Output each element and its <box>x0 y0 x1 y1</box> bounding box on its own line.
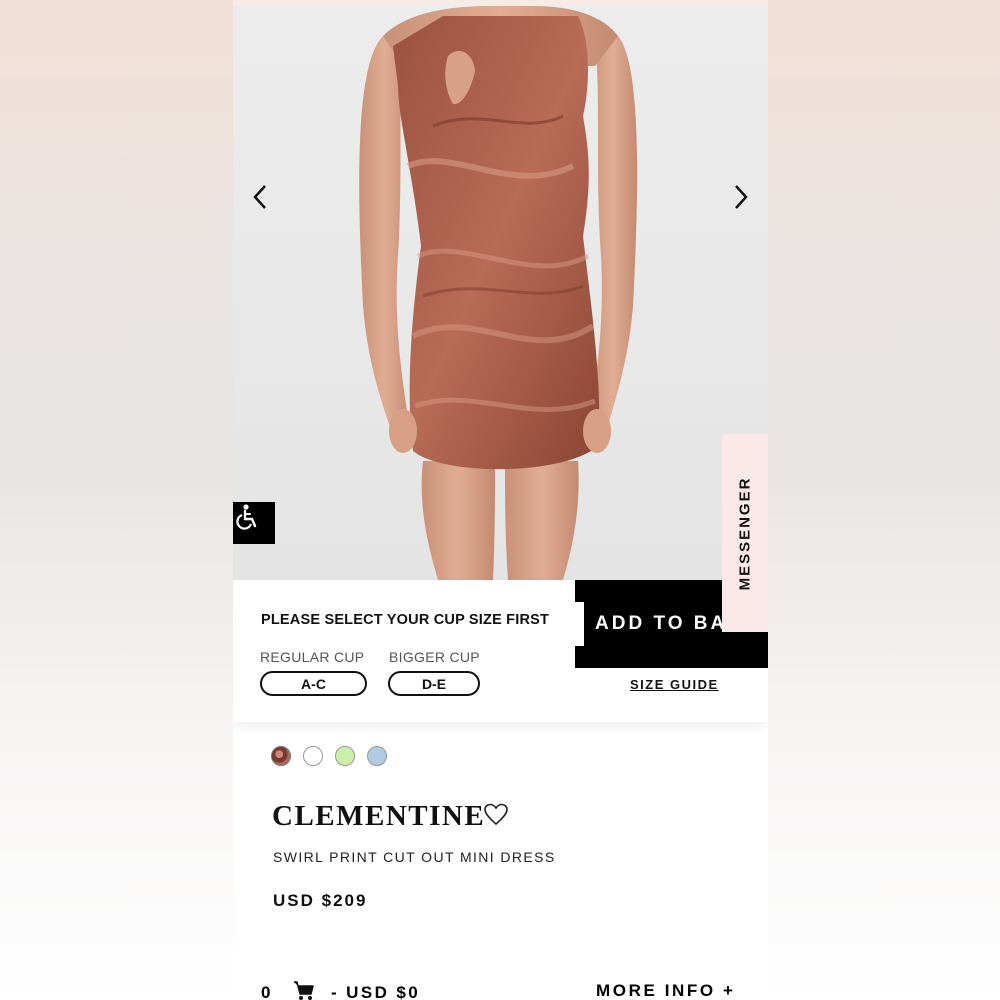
regular-cup-label: REGULAR CUP <box>260 649 365 665</box>
product-price: USD $209 <box>273 891 368 910</box>
button-notch <box>575 602 584 646</box>
accessibility-button[interactable] <box>233 502 275 544</box>
color-swatches <box>271 746 399 766</box>
product-photo <box>359 6 638 580</box>
cup-option-d-e[interactable]: D-E <box>388 671 480 696</box>
add-to-bag-label: ADD TO BA <box>595 613 728 634</box>
product-description: SWIRL PRINT CUT OUT MINI DRESS <box>273 849 556 865</box>
swatch-white[interactable] <box>303 746 323 766</box>
product-page: MESSENGER PLEASE SELECT YOUR CUP SIZE FI… <box>233 0 768 1000</box>
cart-icon <box>294 981 314 1000</box>
next-image-button[interactable] <box>728 182 752 212</box>
cup-selector-panel: PLEASE SELECT YOUR CUP SIZE FIRST REGULA… <box>233 580 768 722</box>
bottom-bar: 0 - USD $0 MORE INFO + <box>233 975 768 1000</box>
product-name: CLEMENTINE <box>272 800 486 832</box>
swatch-swirl-print[interactable] <box>271 746 291 766</box>
chevron-right-icon <box>735 185 748 209</box>
messenger-tab[interactable]: MESSENGER <box>722 434 768 632</box>
cart-count: 0 <box>261 983 273 1000</box>
cup-option-a-c[interactable]: A-C <box>260 671 367 696</box>
previous-image-button[interactable] <box>249 182 273 212</box>
cart-button[interactable] <box>293 980 315 1000</box>
product-image[interactable] <box>233 6 768 580</box>
chevron-left-icon <box>253 185 266 209</box>
background-right <box>768 0 1000 1000</box>
accessibility-icon <box>236 504 257 530</box>
swatch-blue[interactable] <box>367 746 387 766</box>
bigger-cup-label: BIGGER CUP <box>389 649 480 665</box>
more-info-button[interactable]: MORE INFO + <box>596 981 736 1000</box>
cup-size-prompt: PLEASE SELECT YOUR CUP SIZE FIRST <box>261 612 550 628</box>
background-left <box>0 0 233 1000</box>
size-guide-link[interactable]: SIZE GUIDE <box>630 677 719 692</box>
cart-total: - USD $0 <box>331 983 421 1000</box>
wishlist-button[interactable] <box>483 802 509 828</box>
heart-icon <box>484 803 508 826</box>
swatch-lime[interactable] <box>335 746 355 766</box>
messenger-label: MESSENGER <box>736 476 754 590</box>
